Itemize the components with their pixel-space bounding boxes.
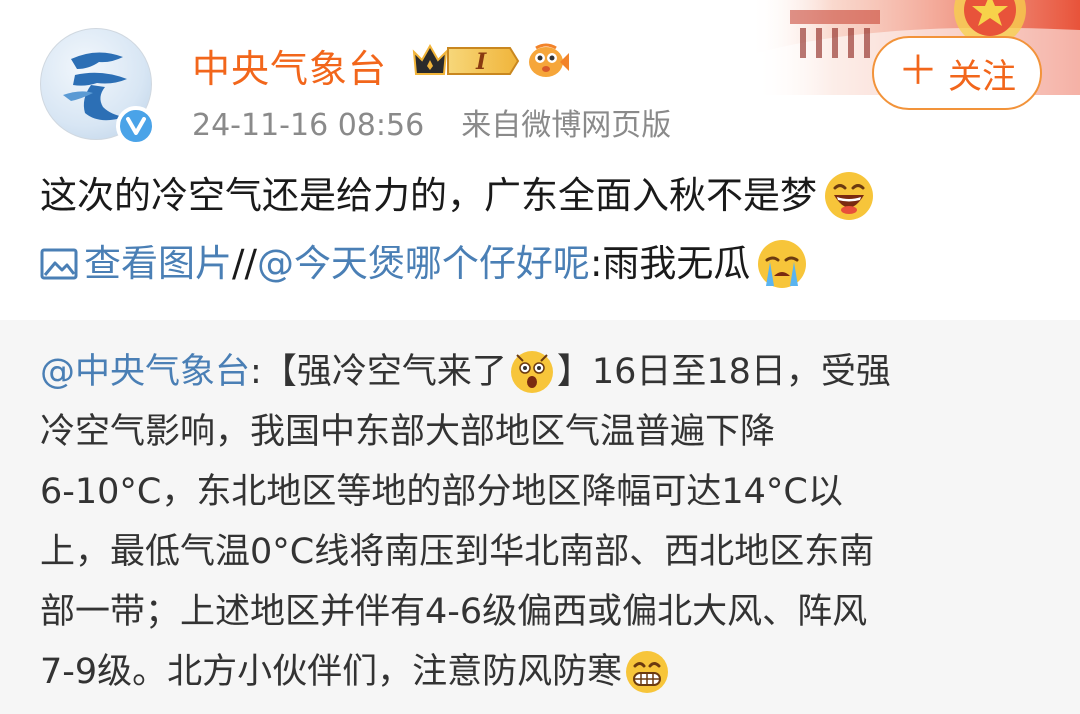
repost-line-5: 部一带；上述地区并伴有4-6级偏西或偏北大风、阵风	[40, 592, 868, 632]
repost-line-3: 6-10°C，东北地区等地的部分地区降幅可达14°C以	[40, 472, 843, 512]
view-picture-link[interactable]: 查看图片	[40, 239, 232, 289]
follow-button[interactable]: ＋ 关注	[872, 36, 1042, 110]
repost-line-1a: 【强冷空气来了	[261, 352, 507, 392]
repost-line-4: 上，最低气温0°C线将南压到华北南部、西北地区东南	[40, 532, 875, 572]
repost-line-6: 7-9级。北方小伙伴们，注意防风防寒	[40, 652, 623, 692]
grin-emoji-icon	[624, 649, 670, 695]
surprised-emoji-icon	[509, 349, 555, 395]
plus-icon: ＋	[898, 48, 938, 94]
reposted-text: @中央气象台 : 【强冷空气来了 】16日至18日，受强 冷空气影响，我国中东部…	[40, 342, 1040, 702]
crying-emoji-icon	[756, 238, 808, 290]
reply-text: :雨我无瓜	[589, 242, 751, 285]
user-mention-link[interactable]: @今天煲哪个仔好呢	[257, 239, 590, 289]
image-icon	[40, 248, 78, 280]
post-text: 这次的冷空气还是给力的，广东全面入秋不是梦	[40, 174, 817, 217]
post-source[interactable]: 来自微博网页版	[461, 108, 671, 143]
post-header: 中央气象台 I 24-11-16 08:56 来自微博网页版 ＋ 关注	[0, 0, 1080, 150]
crown-icon: I	[412, 43, 520, 75]
repost-separator: //	[232, 242, 257, 285]
colon: :	[250, 352, 262, 392]
post-meta: 24-11-16 08:56 来自微博网页版	[192, 100, 671, 144]
verified-badge-icon	[116, 106, 156, 146]
member-level-badge[interactable]: I	[410, 40, 520, 82]
view-picture-label: 查看图片	[84, 242, 232, 285]
level-badge-text: I	[475, 49, 487, 75]
post-body: 这次的冷空气还是给力的，广东全面入秋不是梦 查看图片 // @今天煲哪个仔好呢 …	[40, 170, 1050, 290]
follow-label: 关注	[948, 56, 1016, 97]
reposted-content[interactable]: @中央气象台 : 【强冷空气来了 】16日至18日，受强 冷空气影响，我国中东部…	[0, 320, 1080, 714]
post-timestamp: 24-11-16 08:56	[192, 108, 425, 143]
fish-badge-icon[interactable]	[522, 40, 570, 82]
repost-line-1b: 】16日至18日，受强	[556, 352, 891, 392]
account-name[interactable]: 中央气象台	[192, 38, 387, 93]
laughing-emoji-icon	[823, 170, 875, 222]
repost-line-2: 冷空气影响，我国中东部大部地区气温普遍下降	[40, 412, 776, 452]
original-author-link[interactable]: @中央气象台	[40, 342, 250, 402]
